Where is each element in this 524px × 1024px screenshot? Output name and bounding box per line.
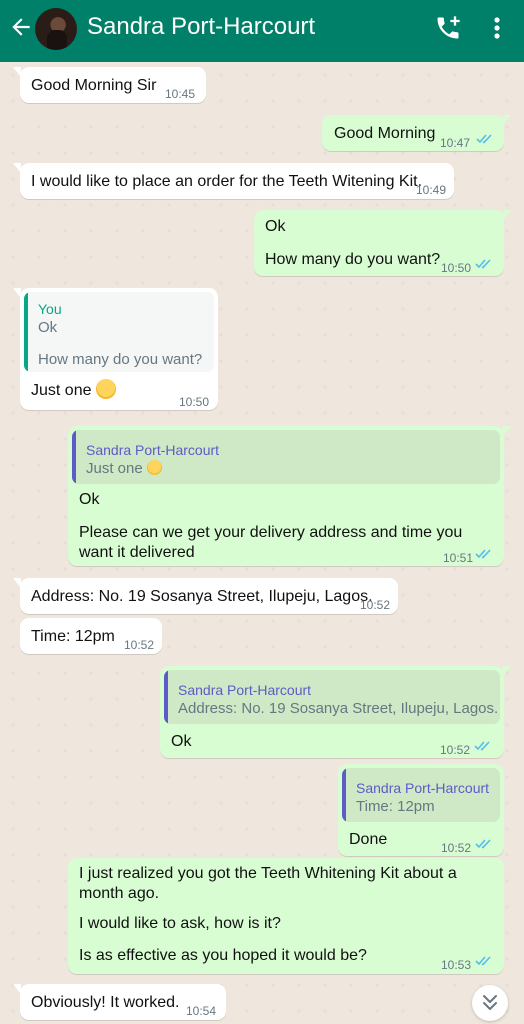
message-text: Just one <box>31 379 116 401</box>
read-ticks-icon <box>475 839 491 849</box>
contact-name[interactable]: Sandra Port-Harcourt <box>87 13 315 41</box>
quoted-message[interactable]: Sandra Port-Harcourt Just one <box>72 430 500 484</box>
message-time: 10:52 <box>124 638 155 652</box>
avatar[interactable] <box>35 8 77 50</box>
message-outgoing-reply[interactable]: Sandra Port-Harcourt Time: 12pm Done 10:… <box>338 764 504 856</box>
message-incoming[interactable]: Obviously! It worked. 10:54 <box>13 984 226 1020</box>
read-ticks-icon <box>476 134 492 144</box>
message-text: Done <box>349 831 388 848</box>
quoted-author: You <box>38 301 62 317</box>
smiling-emoji-icon <box>95 379 116 399</box>
scroll-to-bottom-button[interactable] <box>472 985 508 1021</box>
read-ticks-icon <box>475 549 491 559</box>
message-text-line: I just realized you got the Teeth Whiten… <box>79 865 457 902</box>
message-time: 10:45 <box>164 87 195 101</box>
smiling-emoji-icon <box>146 460 162 475</box>
read-ticks-icon <box>475 259 491 269</box>
message-text: Address: No. 19 Sosanya Street, Ilupeju,… <box>31 588 373 605</box>
arrow-left-icon[interactable] <box>8 14 34 40</box>
quoted-message[interactable]: You Ok How many do you want? <box>24 292 214 372</box>
message-time: 10:51 <box>443 551 474 565</box>
message-time: 10:52 <box>441 841 472 855</box>
more-vert-icon[interactable] <box>486 14 508 42</box>
message-text-line: I would like to ask, how is it? <box>79 915 281 932</box>
message-text: I would like to place an order for the T… <box>31 173 423 190</box>
message-incoming-reply[interactable]: You Ok How many do you want? Just one 10… <box>13 288 218 410</box>
message-outgoing-reply[interactable]: Sandra Port-Harcourt Just one Ok Please … <box>68 426 511 566</box>
read-ticks-icon <box>474 741 490 751</box>
message-text-line: Is as effective as you hoped it would be… <box>79 947 367 964</box>
message-time: 10:50 <box>441 261 472 275</box>
double-chevron-down-icon <box>483 995 497 1010</box>
message-time: 10:47 <box>440 136 471 150</box>
chat-area[interactable]: Good Morning Sir 10:45 Good Morning 10:4… <box>0 62 524 1024</box>
quoted-author: Sandra Port-Harcourt <box>86 442 220 458</box>
message-text: Good Morning Sir <box>31 77 157 94</box>
message-text-line: Ok <box>79 491 100 508</box>
message-incoming[interactable]: Address: No. 19 Sosanya Street, Ilupeju,… <box>13 578 398 614</box>
message-text-line: Ok <box>265 218 286 235</box>
message-text-line: How many do you want? <box>265 251 441 268</box>
message-time: 10:50 <box>179 395 210 409</box>
message-text: Obviously! It worked. <box>31 994 180 1011</box>
message-time: 10:49 <box>416 183 447 197</box>
message-time: 10:54 <box>186 1004 217 1018</box>
message-text: Ok <box>171 733 192 750</box>
quoted-text: Time: 12pm <box>356 798 435 815</box>
quoted-text: Address: No. 19 Sosanya Street, Ilupeju,… <box>178 700 499 717</box>
message-outgoing[interactable]: Ok How many do you want? 10:50 <box>254 210 511 276</box>
quoted-message[interactable]: Sandra Port-Harcourt Address: No. 19 Sos… <box>164 670 500 724</box>
message-incoming[interactable]: Time: 12pm 10:52 <box>20 618 162 654</box>
read-ticks-icon <box>475 956 491 966</box>
quoted-author: Sandra Port-Harcourt <box>356 780 490 796</box>
message-text: Time: 12pm <box>31 628 115 645</box>
message-time: 10:53 <box>441 958 472 972</box>
quoted-text: Just one <box>86 459 162 479</box>
quoted-text-line: How many do you want? <box>38 351 203 368</box>
message-outgoing[interactable]: Good Morning 10:47 <box>322 115 511 151</box>
message-text-line: Please can we get your delivery address … <box>79 524 463 561</box>
message-outgoing-reply[interactable]: Sandra Port-Harcourt Address: No. 19 Sos… <box>160 666 511 758</box>
quoted-message[interactable]: Sandra Port-Harcourt Time: 12pm <box>342 768 500 822</box>
chat-header: Sandra Port-Harcourt <box>0 0 524 62</box>
quoted-text-line: Ok <box>38 319 58 336</box>
message-text: Good Morning <box>334 125 436 142</box>
add-call-icon[interactable] <box>434 14 462 42</box>
message-time: 10:52 <box>440 743 471 757</box>
message-outgoing[interactable]: I just realized you got the Teeth Whiten… <box>68 858 504 974</box>
message-incoming[interactable]: I would like to place an order for the T… <box>13 163 454 199</box>
message-incoming[interactable]: Good Morning Sir 10:45 <box>13 67 206 103</box>
message-time: 10:52 <box>360 598 391 612</box>
quoted-author: Sandra Port-Harcourt <box>178 682 312 698</box>
